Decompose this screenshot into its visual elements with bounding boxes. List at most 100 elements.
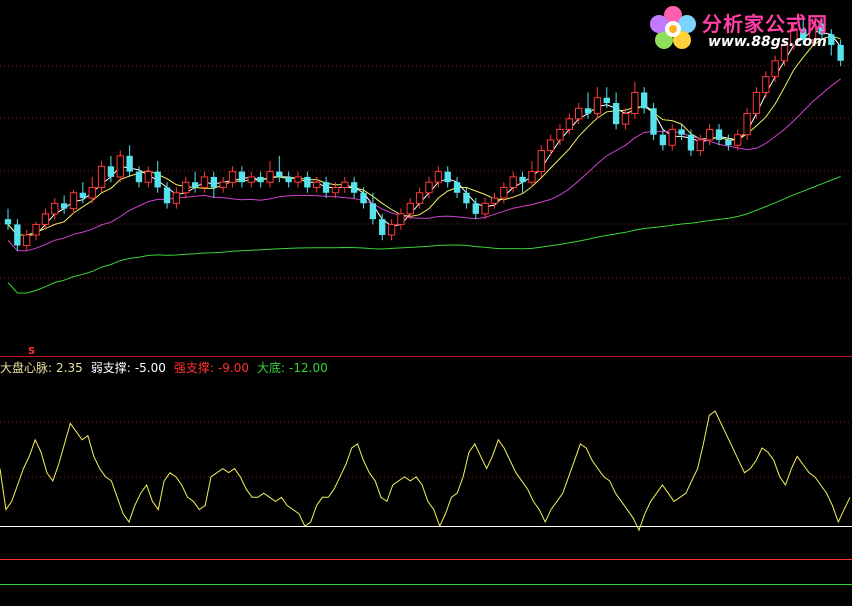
- candle-body: [313, 181, 321, 188]
- stock-chart: S 分析家公式网 www.88gs.com 大盘心脉: 2.35 弱支撑: -5.00…: [0, 0, 852, 606]
- candle-body: [546, 139, 555, 152]
- candle-body: [107, 166, 115, 177]
- candle-body: [463, 192, 470, 204]
- candle-body: [172, 192, 181, 204]
- candle-body: [481, 202, 489, 215]
- candle-body: [116, 155, 124, 178]
- candle-body: [294, 176, 302, 183]
- candle-body: [397, 213, 405, 225]
- candle-body: [641, 92, 648, 109]
- candle-body: [200, 176, 209, 188]
- candle-body: [725, 139, 732, 146]
- candle-body: [88, 186, 96, 199]
- candle-body: [191, 182, 199, 188]
- candle-body: [379, 219, 386, 235]
- candle-body: [79, 192, 87, 199]
- indicator-line: [0, 410, 851, 532]
- candle-body: [285, 176, 292, 183]
- candle-body: [575, 107, 583, 120]
- legend-name-label: 大盘心脉:: [0, 361, 53, 375]
- candle-body: [415, 192, 424, 204]
- candle-body: [257, 176, 264, 183]
- candle-body: [322, 182, 330, 193]
- candle-body: [32, 223, 40, 236]
- logo-url: www.88gs.com: [708, 34, 827, 50]
- candle-body: [210, 176, 217, 188]
- candle-body: [603, 97, 610, 104]
- site-logo: 分析家公式网 www.88gs.com: [646, 2, 846, 54]
- candle-body: [752, 91, 761, 115]
- legend-bottom-value: -12.00: [289, 361, 328, 375]
- candle-body: [126, 155, 133, 172]
- candle-body: [705, 128, 714, 141]
- legend-weak-value: -5.00: [134, 361, 166, 375]
- candle-body: [135, 171, 143, 183]
- candle-body: [771, 60, 779, 78]
- candle-body: [69, 192, 78, 210]
- candle-body: [621, 113, 630, 125]
- candle-body: [247, 176, 255, 183]
- candle-body: [537, 150, 545, 173]
- candle-body: [238, 171, 246, 183]
- candle-body: [668, 128, 676, 146]
- legend-weak-label: 弱支撑:: [90, 361, 131, 375]
- candle-body: [406, 202, 414, 215]
- candle-body: [519, 176, 526, 183]
- candle-body: [51, 202, 59, 215]
- candle-body: [659, 134, 667, 146]
- indicator-legend: 大盘心脉: 2.35 弱支撑: -5.00 强支撑: -9.00 大底: -12.00: [0, 359, 328, 376]
- candle-body: [696, 139, 704, 152]
- candle-body: [369, 203, 377, 220]
- candle-body: [97, 165, 106, 188]
- candle-body: [612, 103, 620, 125]
- candle-body: [500, 186, 508, 199]
- candle-body: [154, 171, 161, 188]
- candle-body: [182, 181, 190, 194]
- legend-bottom-label: 大底:: [256, 361, 286, 375]
- candle-body: [678, 129, 685, 135]
- candle-body: [228, 171, 237, 183]
- chart-canvas: S: [0, 18, 852, 585]
- candle-body: [650, 108, 657, 135]
- candle-body: [144, 171, 153, 183]
- candle-body: [631, 91, 639, 115]
- candle-body: [23, 234, 31, 247]
- candle-body: [593, 97, 602, 115]
- candle-body: [556, 128, 564, 141]
- legend-strong-label: 强支撑:: [173, 361, 214, 375]
- candle-body: [472, 203, 479, 214]
- moving-average-line-1: [7, 30, 841, 236]
- candle-body: [453, 182, 461, 193]
- candle-body: [331, 186, 340, 194]
- candle-body: [60, 203, 68, 209]
- candle-body: [584, 108, 592, 114]
- candle-body: [14, 224, 21, 246]
- candle-body: [266, 171, 274, 183]
- candle-body: [509, 176, 517, 188]
- legend-name-value: 2.35: [56, 361, 83, 375]
- candle-body: [163, 187, 171, 204]
- candle-body: [425, 181, 433, 194]
- candle-body: [387, 223, 396, 236]
- candle-body: [341, 181, 349, 188]
- candle-body: [219, 181, 227, 188]
- signal-marker: S: [28, 346, 35, 357]
- moving-average-line-3: [7, 78, 841, 252]
- candle-body: [490, 197, 499, 204]
- candle-body: [276, 171, 283, 177]
- candle-body: [444, 171, 451, 183]
- candle-body: [715, 129, 723, 140]
- candle-body: [762, 76, 770, 93]
- candle-body: [350, 182, 358, 193]
- moving-average-line-4: [7, 176, 841, 294]
- candle-body: [4, 219, 12, 225]
- flower-logo-icon: [650, 6, 696, 49]
- candle-body: [41, 213, 50, 225]
- candle-body: [304, 176, 311, 188]
- candle-body: [565, 118, 574, 130]
- candle-body: [434, 171, 443, 183]
- candle-body: [687, 134, 695, 151]
- legend-strong-value: -9.00: [217, 361, 249, 375]
- logo-title: 分析家公式网: [702, 12, 828, 36]
- candle-body: [743, 113, 751, 136]
